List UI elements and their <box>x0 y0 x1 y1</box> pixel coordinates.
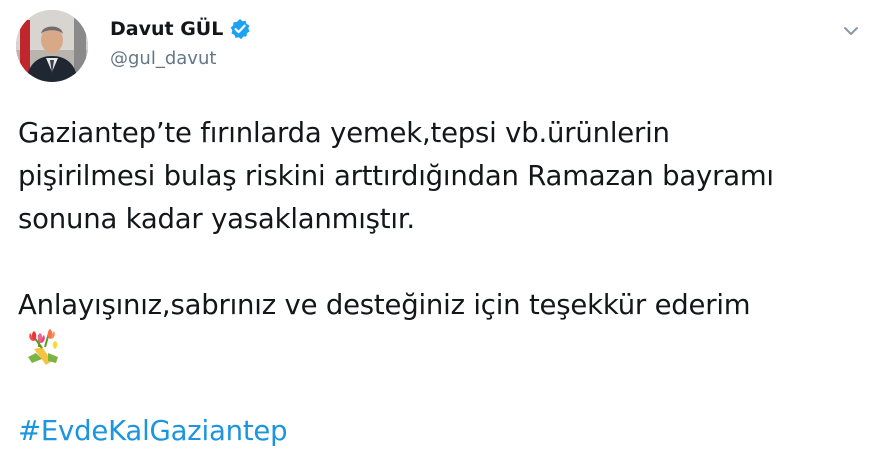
verified-badge-icon <box>229 18 251 40</box>
handle[interactable]: @gul_davut <box>110 48 216 69</box>
bouquet-of-tulips-emoji <box>22 327 68 367</box>
hashtag-link[interactable]: #EvdeKalGaziantep <box>18 410 868 453</box>
author-name-row[interactable]: Davut GÜL <box>110 18 251 40</box>
tweet-text: Gaziantep’te fırınlarda yemek,tepsi vb.ü… <box>18 112 868 453</box>
chevron-down-icon[interactable] <box>840 20 862 42</box>
tweet-text-line: Anlayışınız,sabrınız ve desteğiniz için … <box>18 289 751 321</box>
tweet-text-line: pişirilmesi bulaş riskini arttırdığından… <box>18 160 774 192</box>
tweet-text-line: Gaziantep’te fırınlarda yemek,tepsi vb.ü… <box>18 117 670 149</box>
display-name[interactable]: Davut GÜL <box>110 18 223 40</box>
tweet-text-line: sonuna kadar yasaklanmıştır. <box>18 203 415 235</box>
avatar[interactable] <box>16 10 88 82</box>
avatar-photo <box>16 10 88 82</box>
tweet-card: Davut GÜL @gul_davut Gaziantep’te fırınl… <box>0 0 880 472</box>
